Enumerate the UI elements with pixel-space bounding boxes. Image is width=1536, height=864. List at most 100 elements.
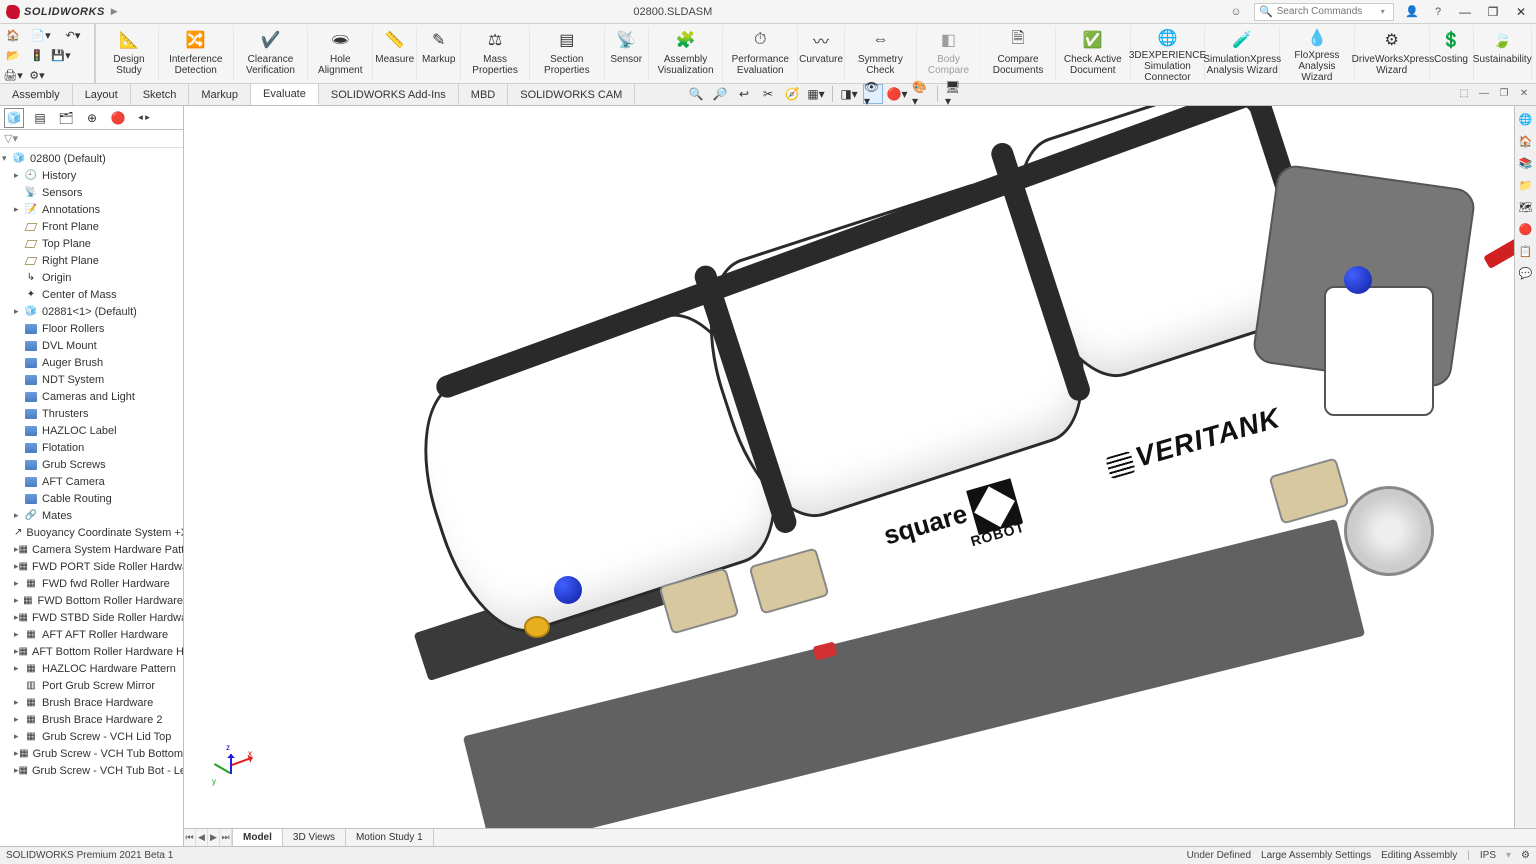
minimize-button[interactable]: —: [1456, 3, 1474, 21]
tree-item[interactable]: Cameras and Light: [0, 388, 183, 405]
ribbon-symmetry-check[interactable]: ⇔Symmetry Check: [845, 26, 917, 81]
tab-solidworks-cam[interactable]: SOLIDWORKS CAM: [508, 84, 635, 105]
tree-item[interactable]: ▥Port Grub Screw Mirror: [0, 677, 183, 694]
ribbon-sensor[interactable]: 📡Sensor: [605, 26, 649, 81]
feature-tree[interactable]: ▾ 🧊 02800 (Default) ▸🕘History📡Sensors▸📝A…: [0, 148, 183, 846]
tree-item[interactable]: Floor Rollers: [0, 320, 183, 337]
ribbon-performance-evaluation[interactable]: ⏱Performance Evaluation: [723, 26, 798, 81]
ribbon-floxpress-analysis-wizard[interactable]: 💧FloXpress Analysis Wizard: [1280, 26, 1355, 81]
tab-layout[interactable]: Layout: [73, 84, 131, 105]
expander-icon[interactable]: ▸: [14, 595, 22, 606]
mdi-close-icon[interactable]: ✕: [1516, 85, 1532, 101]
ribbon-3dexperience-simulation-connector[interactable]: 🌐3DEXPERIENCE Simulation Connector: [1131, 26, 1206, 81]
tab-sketch[interactable]: Sketch: [131, 84, 190, 105]
tree-item[interactable]: ▸📝Annotations: [0, 201, 183, 218]
menu-chevron-icon[interactable]: ▶: [111, 6, 118, 17]
tree-item[interactable]: ↳Origin: [0, 269, 183, 286]
tp-view-palette-icon[interactable]: 🗺: [1517, 198, 1535, 216]
tree-item[interactable]: NDT System: [0, 371, 183, 388]
save-button[interactable]: 💾▾: [50, 46, 72, 64]
tp-design-library-icon[interactable]: 📚: [1517, 154, 1535, 172]
tree-item[interactable]: Flotation: [0, 439, 183, 456]
view-orientation-icon[interactable]: ▦▾: [806, 84, 826, 104]
ribbon-curvature[interactable]: 〰Curvature: [798, 26, 845, 81]
expander-icon[interactable]: ▸: [14, 306, 24, 317]
mdi-restore-icon[interactable]: ❐: [1496, 85, 1512, 101]
tree-item[interactable]: ▸▦AFT AFT Roller Hardware: [0, 626, 183, 643]
mdi-minimize-icon[interactable]: —: [1476, 85, 1492, 101]
tab-mbd[interactable]: MBD: [459, 84, 508, 105]
orientation-triad[interactable]: x y z: [216, 746, 256, 786]
ribbon-measure[interactable]: 📏Measure: [373, 26, 417, 81]
graphics-area[interactable]: square ROBOT VERITANK x y z 🌐 🏠 📚 📁 🗺 🔴 …: [184, 106, 1536, 846]
previous-view-icon[interactable]: ↩: [734, 84, 754, 104]
tab-nav-prev-icon[interactable]: ◀: [196, 829, 208, 846]
tp-forum-icon[interactable]: 💬: [1517, 264, 1535, 282]
hide-show-icon[interactable]: 👁▾: [863, 84, 883, 104]
section-view-icon[interactable]: ✂: [758, 84, 778, 104]
tree-item[interactable]: ▸▦Brush Brace Hardware: [0, 694, 183, 711]
tab-markup[interactable]: Markup: [189, 84, 251, 105]
status-large-asm[interactable]: Large Assembly Settings: [1261, 850, 1371, 861]
tree-item[interactable]: Thrusters: [0, 405, 183, 422]
zoom-fit-icon[interactable]: 🔍: [686, 84, 706, 104]
tp-file-explorer-icon[interactable]: 📁: [1517, 176, 1535, 194]
expander-icon[interactable]: ▸: [14, 204, 24, 215]
expander-icon[interactable]: ▸: [14, 663, 24, 674]
status-units[interactable]: IPS: [1480, 850, 1496, 861]
fm-tab-config[interactable]: 🗂: [56, 108, 76, 128]
tp-resources-icon[interactable]: 🌐: [1517, 110, 1535, 128]
expander-icon[interactable]: ▸: [14, 629, 24, 640]
expander-icon[interactable]: ▸: [14, 578, 24, 589]
tp-appearances-icon[interactable]: 🔴: [1517, 220, 1535, 238]
tree-item[interactable]: ▸▦AFT Bottom Roller Hardware HD: [0, 643, 183, 660]
new-doc-button[interactable]: 📄▾: [26, 26, 56, 44]
tree-item[interactable]: Right Plane: [0, 252, 183, 269]
dynamic-annotation-icon[interactable]: 🧭: [782, 84, 802, 104]
tree-item[interactable]: ↗Buoyancy Coordinate System +X: [0, 524, 183, 541]
tree-item[interactable]: ▸▦Camera System Hardware Pattern: [0, 541, 183, 558]
zoom-area-icon[interactable]: 🔎: [710, 84, 730, 104]
ribbon-clearance-verification[interactable]: ✔️Clearance Verification: [234, 26, 309, 81]
mdi-expand-icon[interactable]: ⬚: [1456, 85, 1472, 101]
ribbon-simulationxpress-analysis-wizard[interactable]: 🧪SimulationXpress Analysis Wizard: [1205, 26, 1280, 81]
fm-tab-more[interactable]: ◂ ▸: [134, 108, 154, 128]
search-commands[interactable]: 🔍 ▾: [1254, 3, 1394, 21]
bottom-tab-motion-study-1[interactable]: Motion Study 1: [346, 829, 434, 846]
tab-assembly[interactable]: Assembly: [0, 84, 73, 105]
expander-icon[interactable]: ▸: [14, 697, 24, 708]
ribbon-costing[interactable]: 💲Costing: [1430, 26, 1474, 81]
home-button[interactable]: 🏠: [2, 26, 24, 44]
close-button[interactable]: ✕: [1512, 3, 1530, 21]
search-input[interactable]: [1277, 6, 1377, 17]
ribbon-compare-documents[interactable]: 🗎Compare Documents: [981, 26, 1056, 81]
tree-item[interactable]: Grub Screws: [0, 456, 183, 473]
login-icon[interactable]: 👤: [1404, 4, 1420, 20]
restore-button[interactable]: ❐: [1484, 3, 1502, 21]
ribbon-check-active-document[interactable]: ✅Check Active Document: [1056, 26, 1131, 81]
ribbon-design-study[interactable]: 📐Design Study: [100, 26, 159, 81]
tree-item[interactable]: ▸▦Grub Screw - VCH Lid Top: [0, 728, 183, 745]
print-button[interactable]: 🖨▾: [2, 66, 24, 84]
ribbon-driveworksxpress-wizard[interactable]: ⚙DriveWorksXpress Wizard: [1355, 26, 1430, 81]
tree-item[interactable]: ▸🕘History: [0, 167, 183, 184]
tree-item[interactable]: ▸🧊02881<1> (Default): [0, 303, 183, 320]
tree-item[interactable]: ▸▦FWD Bottom Roller Hardware: [0, 592, 183, 609]
tree-item[interactable]: Auger Brush: [0, 354, 183, 371]
tree-item[interactable]: ▸▦Brush Brace Hardware 2: [0, 711, 183, 728]
expander-icon[interactable]: ▾: [2, 153, 12, 164]
tp-custom-props-icon[interactable]: 📋: [1517, 242, 1535, 260]
tab-evaluate[interactable]: Evaluate: [251, 84, 319, 105]
fm-tab-tree[interactable]: 🧊: [4, 108, 24, 128]
apply-scene-icon[interactable]: 🎨▾: [911, 84, 931, 104]
open-button[interactable]: 📂: [2, 46, 24, 64]
ribbon-section-properties[interactable]: ▤Section Properties: [530, 26, 605, 81]
tree-item[interactable]: ▸▦Grub Screw - VCH Tub Bottom: [0, 745, 183, 762]
fm-tab-display[interactable]: 🔴: [108, 108, 128, 128]
tree-item[interactable]: ▸▦FWD fwd Roller Hardware: [0, 575, 183, 592]
tree-item[interactable]: ▸▦FWD STBD Side Roller Hardware: [0, 609, 183, 626]
ribbon-assembly-visualization[interactable]: 🧩Assembly Visualization: [649, 26, 724, 81]
rebuild-button[interactable]: 🚦: [26, 46, 48, 64]
tree-item[interactable]: ▸🔗Mates: [0, 507, 183, 524]
smiley-feedback-icon[interactable]: ☺: [1228, 4, 1244, 20]
